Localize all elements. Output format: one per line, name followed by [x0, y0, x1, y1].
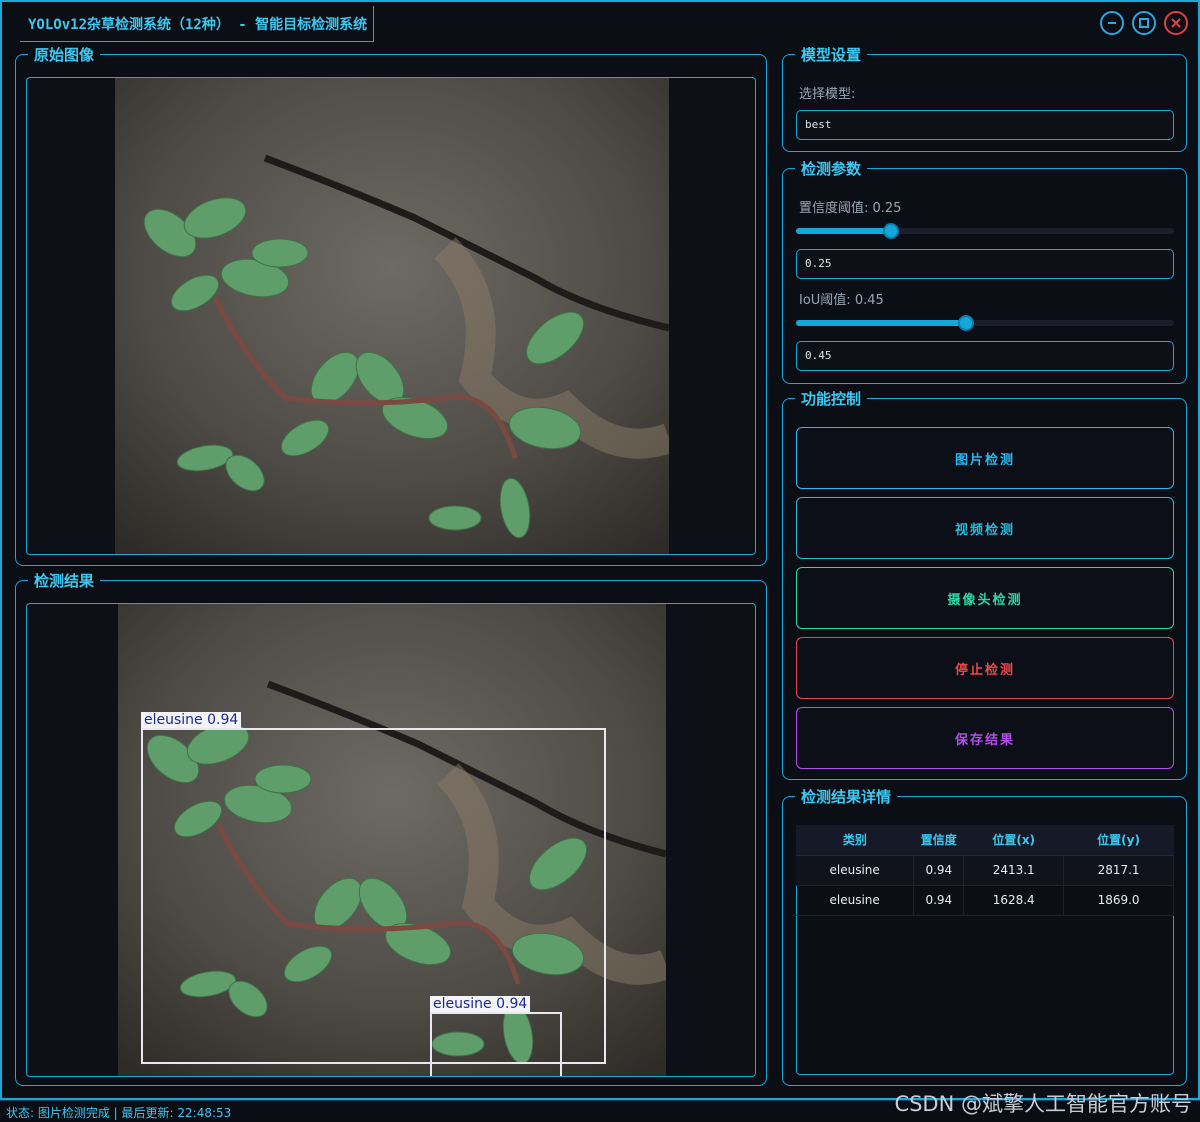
header-position-x[interactable]: 位置(x) — [963, 825, 1064, 856]
video-detect-button[interactable]: 视频检测 — [796, 497, 1174, 559]
watermark: CSDN @斌擎人工智能官方账号 — [894, 1092, 1192, 1116]
cell-confidence: 0.94 — [913, 885, 965, 916]
minimize-button[interactable] — [1100, 11, 1124, 35]
table-header-row: 类别 置信度 位置(x) 位置(y) — [796, 825, 1174, 856]
cell-position-y: 2817.1 — [1063, 855, 1174, 886]
iou-slider[interactable] — [796, 315, 1174, 331]
title-bar: YOLOv12杂草检测系统（12种） - 智能目标检测系统 — [2, 2, 1198, 44]
confidence-slider-fill — [796, 228, 891, 234]
cell-position-y: 1869.0 — [1063, 885, 1174, 916]
iou-input[interactable]: 0.45 — [796, 341, 1174, 371]
original-image-title: 原始图像 — [28, 45, 101, 65]
minimize-icon — [1108, 22, 1116, 24]
original-image-frame — [26, 77, 756, 555]
detection-result-title: 检测结果 — [28, 571, 101, 591]
save-result-button[interactable]: 保存结果 — [796, 707, 1174, 769]
function-controls-group: 功能控制 图片检测 视频检测 摄像头检测 停止检测 保存结果 — [782, 389, 1187, 780]
select-model-label: 选择模型: — [799, 87, 856, 102]
confidence-input[interactable]: 0.25 — [796, 249, 1174, 279]
detection-box-2: eleusine 0.94 — [430, 996, 562, 1076]
table-row[interactable]: eleusine 0.94 1628.4 1869.0 — [796, 885, 1174, 916]
status-text: 状态: 图片检测完成 | 最后更新: 22:48:53 — [6, 1106, 232, 1120]
header-class[interactable]: 类别 — [796, 825, 914, 856]
result-image-frame: eleusine 0.94 eleusine 0.94 — [26, 603, 756, 1077]
stop-detect-button[interactable]: 停止检测 — [796, 637, 1174, 699]
detection-label-1: eleusine 0.94 — [141, 712, 242, 728]
detection-details-group: 检测结果详情 类别 置信度 位置(x) 位置(y) eleusine 0.94 … — [782, 787, 1187, 1086]
close-icon — [1171, 18, 1181, 28]
cell-class: eleusine — [796, 855, 915, 886]
iou-slider-fill — [796, 320, 967, 326]
iou-slider-handle[interactable] — [958, 315, 975, 331]
model-settings-group: 模型设置 选择模型: best — [782, 45, 1187, 152]
weed-photo — [115, 78, 669, 554]
app-window: YOLOv12杂草检测系统（12种） - 智能目标检测系统 原始图像 检测结果 … — [0, 0, 1200, 1100]
window-controls — [1100, 11, 1188, 35]
confidence-slider[interactable] — [796, 223, 1174, 239]
window-title: YOLOv12杂草检测系统（12种） - 智能目标检测系统 — [20, 6, 375, 42]
maximize-button[interactable] — [1132, 11, 1156, 35]
confidence-label: 置信度阈值: 0.25 — [799, 201, 902, 216]
detection-label-2: eleusine 0.94 — [430, 996, 531, 1012]
table-row[interactable]: eleusine 0.94 2413.1 2817.1 — [796, 855, 1174, 886]
image-detect-button[interactable]: 图片检测 — [796, 427, 1174, 489]
model-settings-title: 模型设置 — [795, 45, 868, 65]
camera-detect-button[interactable]: 摄像头检测 — [796, 567, 1174, 629]
cell-confidence: 0.94 — [913, 855, 965, 886]
original-image-group: 原始图像 — [15, 45, 767, 566]
cell-position-x: 1628.4 — [963, 885, 1065, 916]
details-table: 类别 置信度 位置(x) 位置(y) eleusine 0.94 2413.1 … — [796, 825, 1174, 916]
detection-params-group: 检测参数 置信度阈值: 0.25 0.25 IoU阈值: 0.45 0.45 — [782, 159, 1187, 384]
iou-label: IoU阈值: 0.45 — [799, 293, 884, 308]
detection-params-title: 检测参数 — [795, 159, 868, 179]
header-position-y[interactable]: 位置(y) — [1063, 825, 1174, 856]
confidence-slider-handle[interactable] — [882, 223, 899, 239]
detection-details-title: 检测结果详情 — [795, 787, 898, 807]
status-bar: 状态: 图片检测完成 | 最后更新: 22:48:53 CSDN @斌擎人工智能… — [0, 1092, 1200, 1122]
result-image: eleusine 0.94 eleusine 0.94 — [118, 604, 666, 1076]
model-select[interactable]: best — [796, 110, 1174, 140]
original-image — [115, 78, 669, 554]
cell-position-x: 2413.1 — [963, 855, 1065, 886]
detection-result-group: 检测结果 eleusine 0.94 eleusine 0.94 — [15, 571, 767, 1086]
maximize-icon — [1139, 18, 1149, 28]
close-button[interactable] — [1164, 11, 1188, 35]
cell-class: eleusine — [796, 885, 915, 916]
header-confidence[interactable]: 置信度 — [913, 825, 964, 856]
function-controls-title: 功能控制 — [795, 389, 868, 409]
